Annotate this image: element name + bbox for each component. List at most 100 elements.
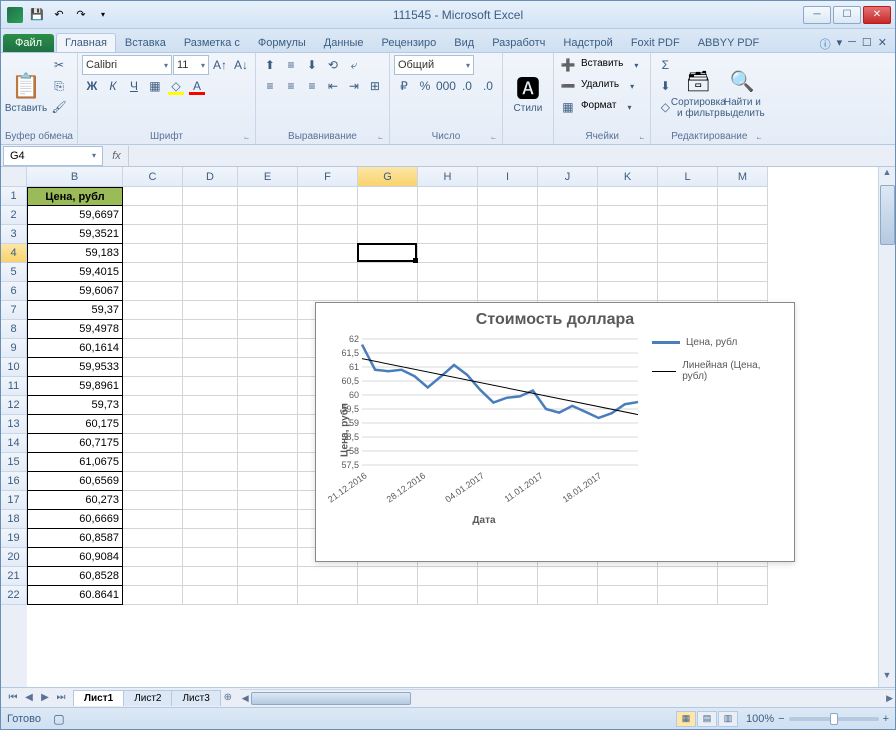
ribbon-tab[interactable]: Рецензиро [373, 33, 446, 52]
cell[interactable] [718, 263, 768, 282]
zoom-slider[interactable] [789, 717, 879, 721]
cell[interactable] [123, 567, 183, 586]
sheet-tab[interactable]: Лист1 [73, 690, 124, 706]
decrease-decimal-icon[interactable]: .0 [478, 76, 498, 96]
cell[interactable] [298, 586, 358, 605]
cell[interactable] [183, 510, 238, 529]
align-left-icon[interactable]: ≡ [260, 76, 280, 96]
cell[interactable] [418, 206, 478, 225]
page-break-view-icon[interactable]: ▥ [718, 711, 738, 727]
zoom-control[interactable]: 100% − + [746, 713, 889, 725]
cell[interactable] [658, 187, 718, 206]
cell[interactable]: 59,73 [27, 396, 123, 415]
cell[interactable] [598, 263, 658, 282]
cell[interactable] [238, 415, 298, 434]
cell[interactable] [418, 225, 478, 244]
cell[interactable] [418, 586, 478, 605]
cell[interactable] [123, 434, 183, 453]
cell[interactable] [183, 434, 238, 453]
row-header[interactable]: 13 [1, 415, 27, 434]
sheet-nav-prev-icon[interactable]: ◀ [21, 690, 37, 706]
row-header[interactable]: 9 [1, 339, 27, 358]
cell[interactable] [358, 263, 418, 282]
window-close-icon[interactable]: ✕ [878, 36, 887, 52]
cell[interactable] [123, 282, 183, 301]
cell[interactable] [183, 472, 238, 491]
cell[interactable] [538, 567, 598, 586]
cells-area[interactable]: Цена, рубл59,669759,352159,18359,401559,… [27, 187, 895, 687]
styles-button[interactable]: 🅰 Стили [507, 55, 549, 129]
row-header[interactable]: 12 [1, 396, 27, 415]
font-color-icon[interactable]: A [187, 76, 207, 96]
cell[interactable] [123, 225, 183, 244]
cell[interactable]: 60,8528 [27, 567, 123, 586]
cell[interactable] [418, 263, 478, 282]
font-size-combo[interactable]: 11▾ [173, 55, 209, 75]
row-header[interactable]: 16 [1, 472, 27, 491]
cell[interactable]: 60.8641 [27, 586, 123, 605]
format-cells-button[interactable]: ▦Формат▾ [558, 97, 646, 117]
cell[interactable] [183, 529, 238, 548]
horizontal-scrollbar[interactable]: ◀ ▶ [240, 689, 895, 706]
paste-button[interactable]: 📋 Вставить [5, 55, 47, 129]
find-select-button[interactable]: 🔍 Найти и выделить [721, 55, 763, 129]
cell[interactable] [183, 206, 238, 225]
cell[interactable] [123, 529, 183, 548]
cell[interactable] [183, 320, 238, 339]
row-header[interactable]: 11 [1, 377, 27, 396]
close-button[interactable]: ✕ [863, 6, 891, 24]
column-header[interactable]: B [27, 167, 123, 187]
row-header[interactable]: 7 [1, 301, 27, 320]
sheet-nav-next-icon[interactable]: ▶ [37, 690, 53, 706]
cell[interactable] [183, 263, 238, 282]
formula-input[interactable] [129, 146, 895, 166]
cell[interactable] [238, 434, 298, 453]
ribbon-tab[interactable]: Разработч [483, 33, 554, 52]
ribbon-tab[interactable]: Вставка [116, 33, 175, 52]
cell[interactable] [478, 567, 538, 586]
cell[interactable] [238, 187, 298, 206]
cut-icon[interactable]: ✂ [49, 55, 69, 75]
ribbon-tab[interactable]: Данные [315, 33, 373, 52]
align-right-icon[interactable]: ≡ [302, 76, 322, 96]
fill-color-icon[interactable]: ◇ [166, 76, 186, 96]
cell[interactable] [123, 472, 183, 491]
cell[interactable] [598, 187, 658, 206]
row-header[interactable]: 10 [1, 358, 27, 377]
ribbon-tab[interactable]: Вид [445, 33, 483, 52]
cell[interactable] [123, 491, 183, 510]
column-header[interactable]: H [418, 167, 478, 187]
row-header[interactable]: 1 [1, 187, 27, 206]
select-all-corner[interactable] [1, 167, 27, 187]
cell[interactable] [358, 282, 418, 301]
cell[interactable] [418, 244, 478, 263]
number-format-combo[interactable]: Общий▾ [394, 55, 474, 75]
cell[interactable] [718, 567, 768, 586]
align-center-icon[interactable]: ≡ [281, 76, 301, 96]
percent-icon[interactable]: % [415, 76, 435, 96]
row-header[interactable]: 6 [1, 282, 27, 301]
column-headers[interactable]: BCDEFGHIJKLM [27, 167, 768, 187]
fill-icon[interactable]: ⬇ [655, 76, 675, 96]
sheet-nav-first-icon[interactable]: ⏮ [5, 690, 21, 706]
cell[interactable] [183, 377, 238, 396]
qat-more-icon[interactable]: ▾ [93, 5, 113, 25]
excel-icon[interactable] [5, 5, 25, 25]
ribbon-tab[interactable]: Главная [56, 33, 116, 52]
macro-record-icon[interactable]: ▢ [49, 709, 69, 729]
cell[interactable] [598, 225, 658, 244]
cell[interactable] [123, 396, 183, 415]
sort-filter-button[interactable]: 🗃 Сортировка и фильтр [677, 55, 719, 129]
cell[interactable] [478, 263, 538, 282]
ribbon-tab[interactable]: Foxit PDF [622, 33, 689, 52]
cell[interactable] [538, 206, 598, 225]
normal-view-icon[interactable]: ▦ [676, 711, 696, 727]
cell[interactable]: 59,3521 [27, 225, 123, 244]
currency-icon[interactable]: ₽ [394, 76, 414, 96]
cell[interactable] [718, 206, 768, 225]
sheet-tab[interactable]: Лист3 [171, 690, 220, 706]
row-header[interactable]: 3 [1, 225, 27, 244]
align-top-icon[interactable]: ⬆ [260, 55, 280, 75]
new-sheet-icon[interactable]: ⊕ [220, 690, 236, 706]
cell[interactable] [358, 225, 418, 244]
